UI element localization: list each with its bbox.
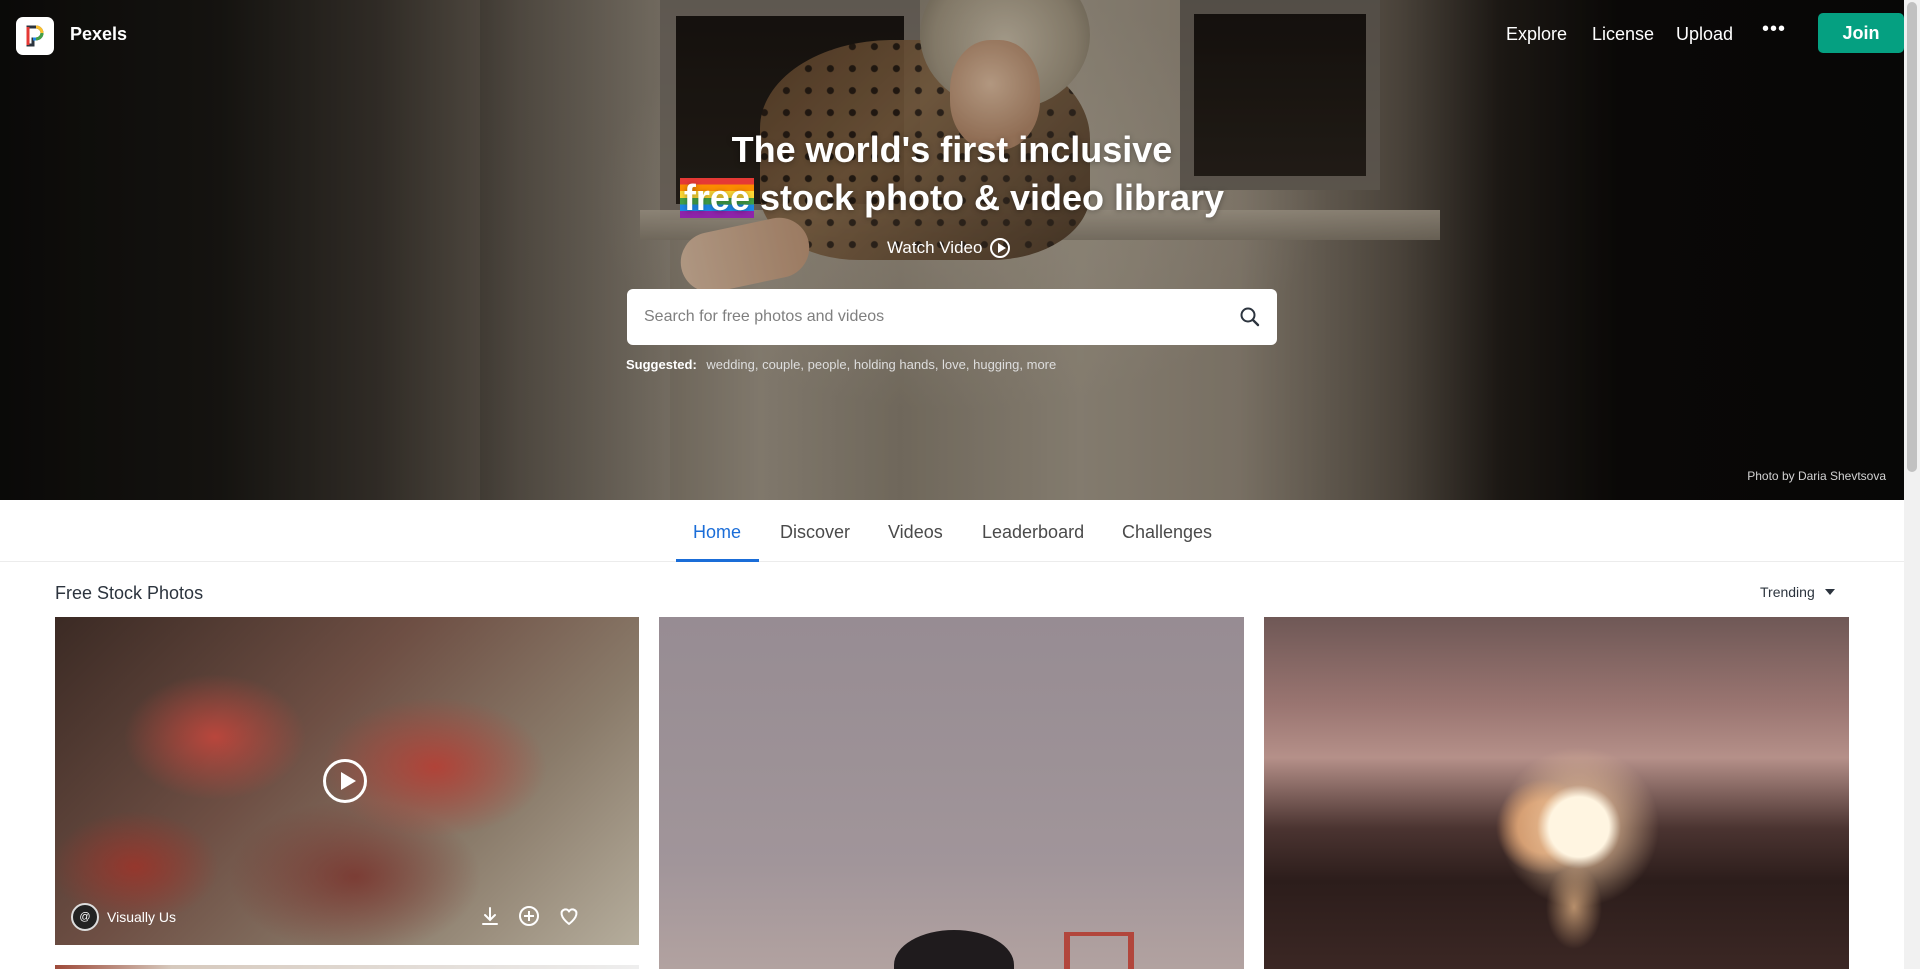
avatar: @ (71, 903, 99, 931)
section-title: Free Stock Photos (55, 583, 204, 603)
photo-card[interactable]: @ Visually Us (55, 617, 639, 945)
tab-challenges[interactable]: Challenges (1122, 522, 1212, 543)
top-navbar: Pexels Explore License Upload ••• Join (0, 0, 1904, 68)
suggested-searches: Suggested: wedding, couple, people, hold… (626, 357, 1056, 372)
nav-license[interactable]: License (1592, 24, 1654, 45)
hero-headline-rest: stock photo & video library (759, 177, 1225, 218)
scrollbar-thumb[interactable] (1907, 2, 1917, 472)
photo-card[interactable] (659, 617, 1244, 969)
tab-home[interactable]: Home (693, 522, 741, 543)
author-name: Visually Us (107, 909, 176, 925)
play-icon[interactable] (323, 759, 367, 803)
add-to-collection-icon[interactable] (516, 903, 542, 929)
suggested-tags[interactable]: wedding, couple, people, holding hands, … (706, 357, 1056, 372)
search-icon[interactable] (1237, 304, 1263, 330)
tab-discover[interactable]: Discover (780, 522, 850, 543)
watch-video-link[interactable]: Watch Video (887, 238, 1011, 258)
nav-explore[interactable]: Explore (1506, 24, 1567, 45)
sort-dropdown[interactable]: Trending (1760, 584, 1835, 600)
photo-credit[interactable]: Photo by Daria Shevtsova (1747, 469, 1886, 483)
search-input[interactable] (644, 289, 1224, 345)
sort-label: Trending (1760, 584, 1815, 600)
nav-upload[interactable]: Upload (1676, 24, 1733, 45)
pexels-logo-icon[interactable] (16, 17, 54, 55)
photo-author[interactable]: @ Visually Us (71, 903, 176, 931)
join-button[interactable]: Join (1818, 13, 1904, 53)
play-circle-icon (990, 238, 1011, 258)
tab-leaderboard[interactable]: Leaderboard (982, 522, 1084, 543)
hero-banner: Pexels Explore License Upload ••• Join T… (0, 0, 1904, 500)
caret-down-icon (1824, 589, 1835, 595)
photo-card-next[interactable] (55, 965, 639, 969)
download-icon[interactable] (477, 903, 503, 929)
active-tab-indicator (676, 559, 759, 562)
search-box (627, 289, 1277, 345)
watch-video-label: Watch Video (887, 238, 983, 257)
free-highlight: free (679, 178, 754, 218)
main-tabs: Home Discover Videos Leaderboard Challen… (0, 500, 1904, 562)
suggested-label: Suggested: (626, 357, 697, 372)
heart-icon[interactable] (556, 903, 582, 929)
brand-name[interactable]: Pexels (70, 24, 127, 45)
photo-card[interactable] (1264, 617, 1849, 969)
more-menu-icon[interactable]: ••• (1762, 18, 1786, 41)
hero-headline-line1: The world's first inclusive (731, 129, 1173, 170)
hero-headline-line2: free stock photo & video library (0, 174, 1904, 222)
tab-videos[interactable]: Videos (888, 522, 943, 543)
page: Pexels Explore License Upload ••• Join T… (0, 0, 1920, 969)
